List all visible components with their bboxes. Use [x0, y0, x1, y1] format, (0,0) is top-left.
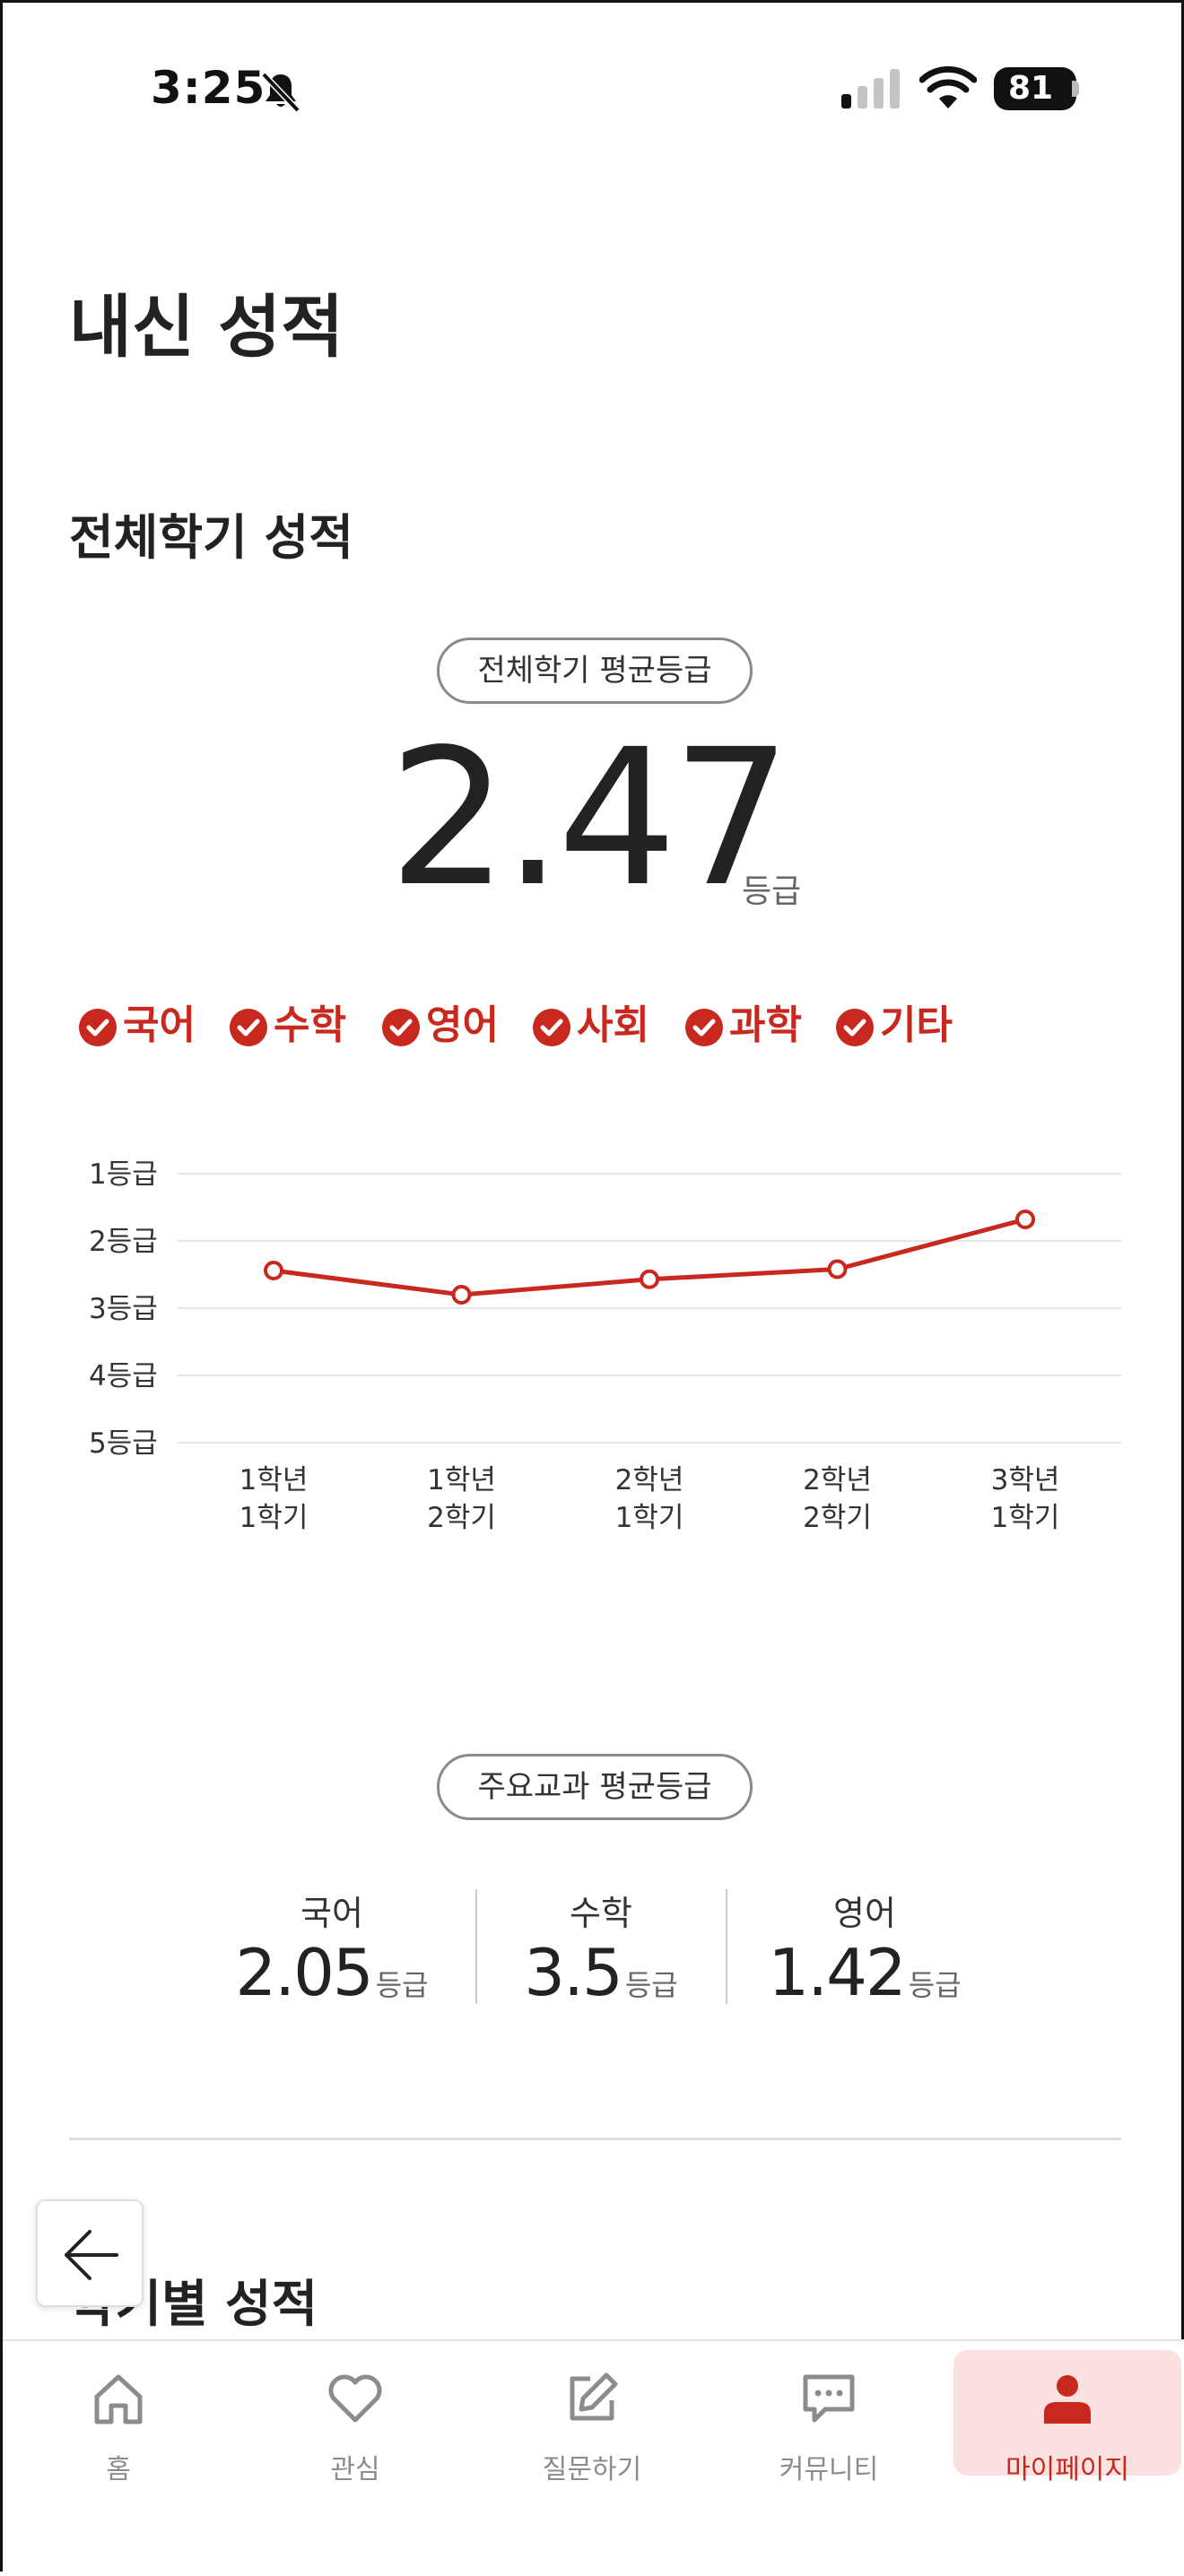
- major-value-row: 3.5 등급: [471, 1935, 731, 2010]
- y-tick-label: 4등급: [89, 1360, 158, 1392]
- major-subject-value: 1.42: [768, 1935, 906, 2010]
- check-circle-icon: [836, 1009, 874, 1046]
- person-icon: [1044, 2375, 1091, 2424]
- check-circle-icon: [533, 1009, 570, 1046]
- tab-label: 질문하기: [542, 2454, 642, 2485]
- major-subject-math: 수학 3.5 등급: [471, 1877, 731, 2011]
- major-subject-english: 영어 1.42 등급: [735, 1877, 995, 2011]
- tab-label: 홈: [106, 2454, 131, 2485]
- filter-label: 기타: [880, 1002, 953, 1048]
- x-tick-label: 3학년: [991, 1464, 1060, 1496]
- y-tick-label: 2등급: [89, 1226, 158, 1258]
- major-value-row: 2.05 등급: [202, 1935, 462, 2010]
- overall-grade-unit: 등급: [742, 873, 802, 910]
- x-tick-label: 1학기: [991, 1502, 1060, 1534]
- tab-label: 마이페이지: [1006, 2454, 1129, 2485]
- battery-level: 81: [1008, 70, 1054, 107]
- filter-label: 영어: [426, 1002, 499, 1048]
- data-point: [451, 1285, 472, 1305]
- major-subject-korean: 국어 2.05 등급: [202, 1877, 462, 2011]
- major-subject-name: 국어: [300, 1894, 363, 1933]
- back-button[interactable]: [36, 2199, 144, 2307]
- y-tick-label: 3등급: [89, 1293, 158, 1325]
- tab-my-page[interactable]: 마이페이지: [955, 2348, 1180, 2528]
- major-subject-unit: 등급: [624, 1968, 678, 2002]
- divider: [726, 1889, 727, 2004]
- major-subject-value: 2.05: [235, 1935, 373, 2010]
- check-circle-icon: [79, 1009, 117, 1046]
- data-point: [640, 1269, 659, 1289]
- major-subject-value: 3.5: [524, 1935, 623, 2010]
- filter-label: 사회: [577, 1002, 649, 1048]
- y-tick-label: 5등급: [89, 1427, 158, 1460]
- tab-ask-question[interactable]: 질문하기: [480, 2348, 704, 2528]
- tab-home[interactable]: 홈: [6, 2348, 231, 2528]
- tab-label: 관심: [330, 2454, 380, 2485]
- section-divider: [69, 2138, 1121, 2140]
- filter-label: 국어: [123, 1002, 196, 1048]
- data-point: [827, 1259, 848, 1279]
- major-subject-name: 수학: [570, 1894, 632, 1933]
- check-circle-icon: [382, 1009, 420, 1046]
- arrow-left-icon: [65, 2230, 118, 2280]
- data-point: [1015, 1210, 1035, 1229]
- filter-label: 과학: [729, 1002, 802, 1048]
- x-tick-label: 1학년: [239, 1464, 309, 1496]
- x-tick-label: 1학기: [239, 1502, 309, 1534]
- major-subject-unit: 등급: [375, 1968, 429, 2002]
- major-value-row: 1.42 등급: [735, 1935, 995, 2010]
- major-subject-unit: 등급: [908, 1968, 962, 2002]
- battery-cap: [1072, 81, 1079, 97]
- bottom-tab-bar: 홈 관심 질문하기 커뮤니티 마이페이지: [3, 2339, 1184, 2576]
- major-average-pill: 주요교과 평균등급: [437, 1754, 753, 1820]
- x-tick-label: 2학년: [803, 1464, 872, 1496]
- wifi-icon: [919, 65, 977, 108]
- y-tick-label: 1등급: [89, 1158, 158, 1191]
- x-tick-label: 2학기: [803, 1502, 872, 1534]
- edit-icon: [570, 2372, 618, 2421]
- grade-trend-chart: 1등급 2등급 3등급 4등급 5등급 1학년 1학기 1학년 2학기 2학년 1학기 2학년 2학기 3…: [89, 1158, 1121, 1534]
- major-subject-grades: 국어 2.05 등급 수학 3.5 등급 영어 1.42 등급: [3, 1877, 1184, 2020]
- x-tick-label: 1학기: [615, 1502, 684, 1534]
- major-subject-name: 영어: [833, 1894, 896, 1933]
- chat-icon: [803, 2374, 855, 2423]
- battery-icon: 81: [994, 67, 1076, 110]
- x-tick-label: 2학년: [615, 1464, 684, 1496]
- filter-label: 수학: [274, 1002, 346, 1048]
- subject-filters: 국어 수학 영어 사회 과학 기타: [78, 998, 1119, 1052]
- page-title: 내신 성적: [69, 287, 344, 367]
- tab-community[interactable]: 커뮤니티: [717, 2348, 941, 2528]
- overall-average-grade: 2.47: [388, 708, 792, 928]
- signal-icon: [841, 69, 900, 108]
- heart-icon: [328, 2374, 382, 2423]
- x-tick-label: 2학기: [427, 1502, 496, 1534]
- tab-interest[interactable]: 관심: [243, 2348, 467, 2528]
- check-circle-icon: [685, 1009, 723, 1046]
- bell-slash-icon: [261, 72, 300, 113]
- status-time: 3:25: [151, 62, 266, 114]
- home-icon: [94, 2374, 143, 2424]
- x-tick-label: 1학년: [427, 1464, 496, 1496]
- tab-label: 커뮤니티: [779, 2454, 879, 2485]
- section-title-overall: 전체학기 성적: [69, 509, 353, 566]
- data-point: [264, 1261, 283, 1280]
- overall-average-pill: 전체학기 평균등급: [437, 637, 753, 704]
- status-bar: 3:25 81: [3, 3, 1184, 173]
- check-circle-icon: [230, 1009, 267, 1046]
